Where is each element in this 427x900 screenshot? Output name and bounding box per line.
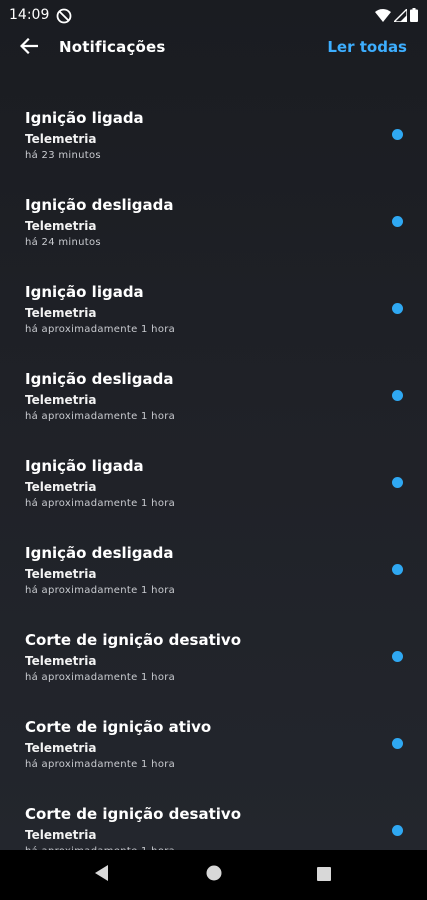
status-bar: 14:09 — [0, 0, 427, 32]
notification-item[interactable]: Ignição desligada Telemetria há 24 minutos — [0, 182, 427, 269]
notifications-screen: 14:09 Notificações Ler todas Ignição lig… — [0, 0, 427, 850]
notification-item[interactable]: Ignição ligada Telemetria há aproximadamen… — [0, 269, 427, 356]
read-all-button[interactable]: Ler todas — [327, 38, 407, 56]
page-title: Notificações — [59, 38, 166, 56]
nav-back-button[interactable] — [77, 850, 127, 900]
notification-title: Ignição desligada — [25, 544, 174, 562]
cellular-signal-icon — [392, 7, 408, 26]
unread-indicator-dot — [392, 129, 403, 140]
notification-item[interactable]: Ignição ligada Telemetria há 23 minutos — [0, 95, 427, 182]
notification-source: Telemetria — [25, 219, 97, 233]
wifi-icon — [375, 7, 391, 26]
notification-title: Ignição ligada — [25, 283, 144, 301]
back-triangle-icon — [95, 865, 109, 885]
notification-title: Ignição desligada — [25, 196, 174, 214]
notification-list: Ignição ligada Telemetria há 23 minutos Ign… — [0, 95, 427, 850]
status-icons — [375, 7, 418, 26]
notification-item[interactable]: Corte de ignição desativo Telemetria há ap… — [0, 617, 427, 704]
unread-indicator-dot — [392, 477, 403, 488]
back-button[interactable] — [16, 36, 42, 60]
app-bar: Notificações Ler todas — [0, 32, 427, 64]
status-time: 14:09 — [9, 7, 50, 23]
navigation-bar — [0, 850, 427, 900]
notification-item[interactable]: Corte de ignição desativoTelemetriahá ap… — [0, 791, 427, 850]
notification-source: Telemetria — [25, 393, 97, 407]
notification-title: Ignição desligada — [25, 370, 174, 388]
notification-title: Corte de ignição desativo — [25, 805, 242, 823]
unread-indicator-dot — [392, 825, 403, 836]
notification-source: Telemetria — [25, 741, 97, 755]
nav-recents-button[interactable] — [299, 850, 349, 900]
nav-home-button[interactable] — [189, 850, 239, 900]
notification-time: há 23 minutos — [25, 150, 101, 161]
arrow-back-icon — [19, 37, 39, 58]
unread-indicator-dot — [392, 303, 403, 314]
notification-item[interactable]: Ignição desligada Telemetria há aproximada… — [0, 356, 427, 443]
notification-time: há aproximadamente 1 hora — [25, 672, 176, 683]
battery-icon — [410, 7, 418, 26]
notification-time: há aproximadamente 1 hora — [25, 759, 176, 770]
notification-item[interactable]: Corte de ignição ativo Telemetria há aprox… — [0, 704, 427, 791]
unread-indicator-dot — [392, 564, 403, 575]
notification-time: há aproximadamente 1 hora — [25, 324, 176, 335]
notification-title: Ignição ligada — [25, 457, 144, 475]
unread-indicator-dot — [392, 738, 403, 749]
notification-source: Telemetria — [25, 480, 97, 494]
home-circle-icon — [206, 865, 222, 885]
notification-item[interactable]: Ignição desligada Telemetria há aproximada… — [0, 530, 427, 617]
notification-source: Telemetria — [25, 567, 97, 581]
notification-title: Corte de ignição desativo — [25, 631, 242, 649]
notification-title: Ignição ligada — [25, 109, 144, 127]
notification-source: Telemetria — [25, 132, 97, 146]
notification-time: há 24 minutos — [25, 237, 101, 248]
notification-time: há aproximadamente 1 hora — [25, 498, 176, 509]
notification-title: Corte de ignição ativo — [25, 718, 212, 736]
do-not-disturb-icon — [56, 8, 72, 24]
notification-time: há aproximadamente 1 hora — [25, 411, 176, 422]
unread-indicator-dot — [392, 216, 403, 227]
unread-indicator-dot — [392, 651, 403, 662]
notification-time: há aproximadamente 1 hora — [25, 585, 176, 596]
notification-source: Telemetria — [25, 306, 97, 320]
recents-square-icon — [317, 866, 331, 885]
unread-indicator-dot — [392, 390, 403, 401]
notification-source: Telemetria — [25, 828, 97, 842]
notification-source: Telemetria — [25, 654, 97, 668]
notification-item[interactable]: Ignição ligada Telemetria há aproximadamen… — [0, 443, 427, 530]
